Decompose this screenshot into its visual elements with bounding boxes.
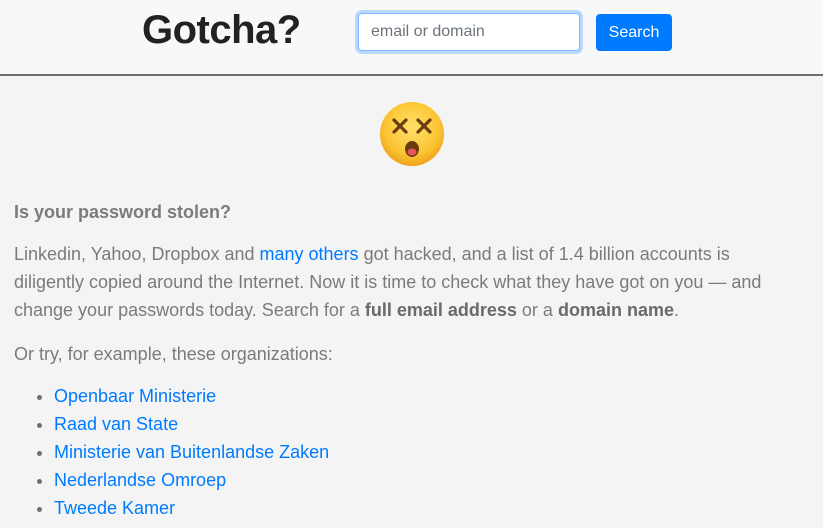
intro-bold-domain: domain name bbox=[557, 300, 674, 320]
search-input[interactable] bbox=[358, 13, 580, 51]
intro-text: . bbox=[673, 300, 679, 320]
org-link-tweede-kamer[interactable]: Tweede Kamer bbox=[54, 498, 175, 518]
site-header: Gotcha? Search bbox=[0, 0, 823, 76]
dizzy-face-icon bbox=[379, 101, 445, 167]
list-item: Ministerie van Buitenlandse Zaken bbox=[54, 438, 794, 466]
list-item: Raad van State bbox=[54, 410, 794, 438]
list-item: Nederlandse Omroep bbox=[54, 466, 794, 494]
org-link-nederlandse-omroep[interactable]: Nederlandse Omroep bbox=[54, 470, 226, 490]
org-link-ministerie-buitenlandse-zaken[interactable]: Ministerie van Buitenlandse Zaken bbox=[54, 442, 329, 462]
list-item: Tweede Kamer bbox=[54, 494, 794, 522]
organization-list: Openbaar Ministerie Raad van State Minis… bbox=[14, 382, 794, 522]
many-others-link[interactable]: many others bbox=[260, 244, 359, 264]
org-link-openbaar-ministerie[interactable]: Openbaar Ministerie bbox=[54, 386, 216, 406]
try-text: Or try, for example, these organizations… bbox=[14, 344, 333, 364]
search-button[interactable]: Search bbox=[596, 14, 672, 51]
site-logo[interactable]: Gotcha? bbox=[142, 6, 301, 54]
intro-text: or a bbox=[516, 300, 558, 320]
intro-paragraph: Linkedin, Yahoo, Dropbox and many others… bbox=[14, 240, 794, 324]
main-content: Is your password stolen? Linkedin, Yahoo… bbox=[14, 200, 794, 522]
list-item: Openbaar Ministerie bbox=[54, 382, 794, 410]
intro-bold-email: full email address bbox=[364, 300, 517, 320]
question-heading: Is your password stolen? bbox=[14, 202, 232, 222]
org-link-raad-van-state[interactable]: Raad van State bbox=[54, 414, 178, 434]
intro-text: Linkedin, Yahoo, Dropbox and bbox=[14, 244, 260, 264]
